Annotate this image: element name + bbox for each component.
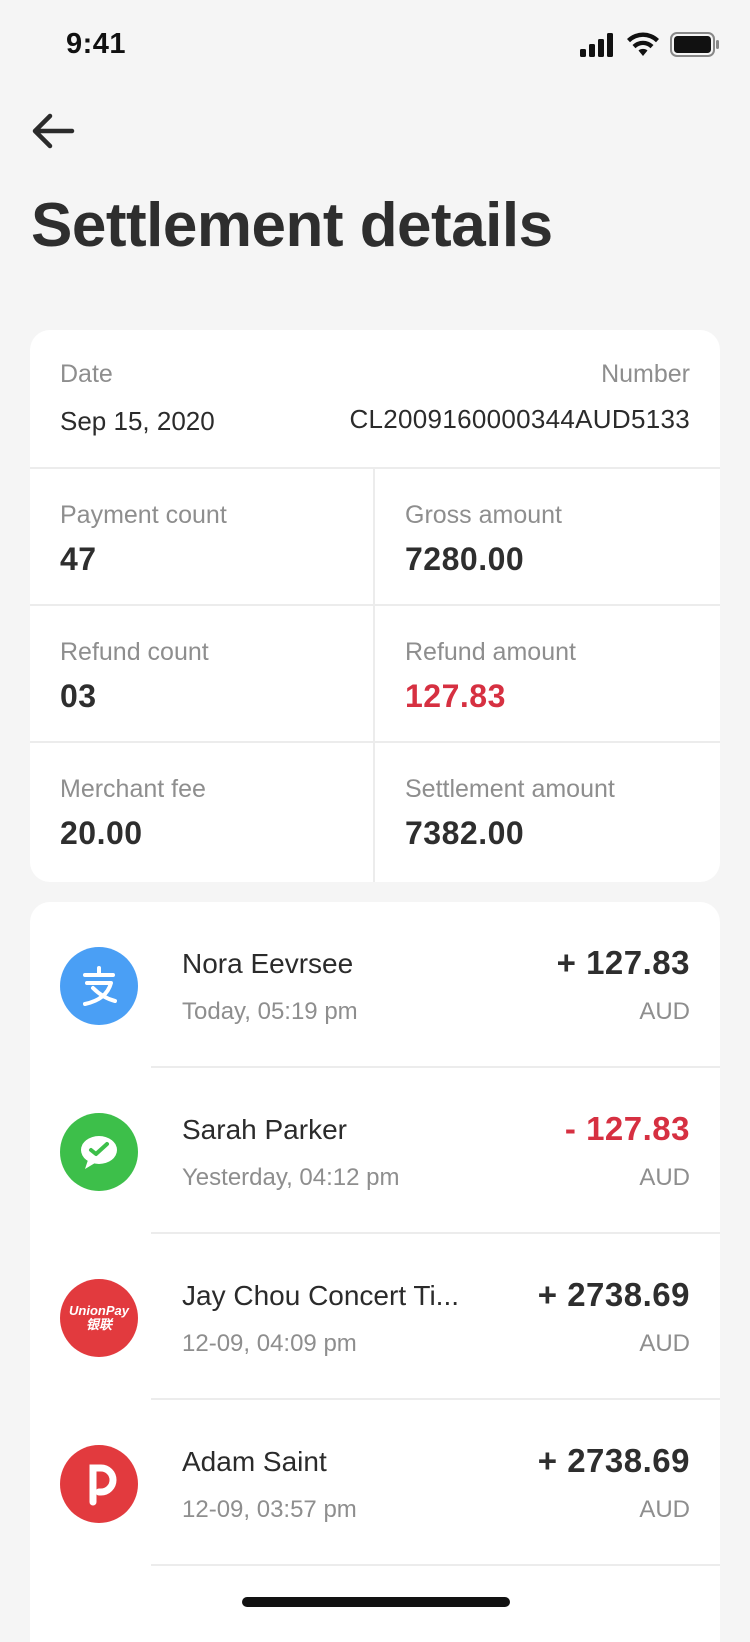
transactions-list: Nora Eevrsee Today, 05:19 pm + 127.83 AU… <box>30 902 720 1642</box>
settlement-summary-card: Date Sep 15, 2020 Number CL2009160000344… <box>30 330 720 882</box>
unionpay-icon: UnionPay 银联 <box>60 1279 138 1357</box>
row-divider <box>151 1564 720 1566</box>
merchant-fee-cell: Merchant fee 20.00 <box>30 743 375 882</box>
merchant-fee-value: 20.00 <box>60 815 143 851</box>
number-label: Number <box>601 360 690 388</box>
merchant-fee-label: Merchant fee <box>60 775 206 803</box>
refund-count-value: 03 <box>60 678 97 714</box>
transaction-name: Jay Chou Concert Ti... <box>182 1280 460 1311</box>
gross-amount-cell: Gross amount 7280.00 <box>375 469 720 606</box>
gross-amount-value: 7280.00 <box>405 541 525 577</box>
arrow-left-icon <box>32 113 75 149</box>
transaction-name: Adam Saint <box>182 1446 327 1477</box>
transaction-row[interactable]: UnionPay 银联 Jay Chou Concert Ti... 12-09… <box>30 1234 720 1400</box>
settlement-amount-label: Settlement amount <box>405 775 615 803</box>
settlement-amount-value: 7382.00 <box>405 815 525 851</box>
page-title: Settlement details <box>31 191 553 260</box>
settlement-amount-cell: Settlement amount 7382.00 <box>375 743 720 882</box>
battery-icon <box>670 32 719 57</box>
transaction-currency: AUD <box>639 1330 690 1357</box>
status-bar: 9:41 <box>0 0 750 88</box>
payment-count-cell: Payment count 47 <box>30 469 375 606</box>
status-time: 9:41 <box>66 28 127 60</box>
australia-post-icon <box>60 1445 138 1523</box>
summary-header: Date Sep 15, 2020 Number CL2009160000344… <box>30 330 720 469</box>
transaction-time: Yesterday, 04:12 pm <box>182 1164 400 1191</box>
wifi-icon <box>627 32 659 56</box>
unionpay-logo-subtext: 银联 <box>85 1317 112 1332</box>
refund-amount-label: Refund amount <box>405 638 576 666</box>
transaction-amount: + 127.83 <box>556 944 690 981</box>
alipay-icon <box>60 947 138 1025</box>
summary-grid: Payment count 47 Gross amount 7280.00 Re… <box>30 469 720 882</box>
payment-count-label: Payment count <box>60 501 227 529</box>
transaction-name: Sarah Parker <box>182 1114 347 1145</box>
refund-count-label: Refund count <box>60 638 209 666</box>
wechat-pay-icon <box>60 1113 138 1191</box>
unionpay-logo-text: UnionPay <box>69 1303 129 1318</box>
transaction-currency: AUD <box>639 1496 690 1523</box>
status-icons <box>580 32 720 57</box>
payment-count-value: 47 <box>60 541 97 577</box>
number-value: CL2009160000344AUD5133 <box>349 404 690 434</box>
home-indicator[interactable] <box>242 1597 510 1607</box>
back-button[interactable] <box>28 106 78 156</box>
refund-amount-cell: Refund amount 127.83 <box>375 606 720 743</box>
transaction-time: 12-09, 03:57 pm <box>182 1496 357 1523</box>
transaction-currency: AUD <box>639 998 690 1025</box>
transaction-time: 12-09, 04:09 pm <box>182 1330 357 1357</box>
transaction-amount: - 127.83 <box>564 1110 690 1147</box>
transaction-amount: + 2738.69 <box>537 1276 690 1313</box>
transaction-amount: + 2738.69 <box>537 1442 690 1479</box>
transaction-row[interactable]: Sarah Parker Yesterday, 04:12 pm - 127.8… <box>30 1068 720 1234</box>
transaction-row[interactable]: Nora Eevrsee Today, 05:19 pm + 127.83 AU… <box>30 902 720 1068</box>
gross-amount-label: Gross amount <box>405 501 563 529</box>
refund-count-cell: Refund count 03 <box>30 606 375 743</box>
cellular-signal-icon <box>580 32 613 57</box>
transaction-currency: AUD <box>639 1164 690 1191</box>
refund-amount-value: 127.83 <box>405 678 506 714</box>
date-label: Date <box>60 360 113 388</box>
transaction-time: Today, 05:19 pm <box>182 998 358 1025</box>
transaction-row[interactable]: Adam Saint 12-09, 03:57 pm + 2738.69 AUD <box>30 1400 720 1566</box>
transaction-name: Nora Eevrsee <box>182 948 354 979</box>
date-value: Sep 15, 2020 <box>60 406 215 436</box>
